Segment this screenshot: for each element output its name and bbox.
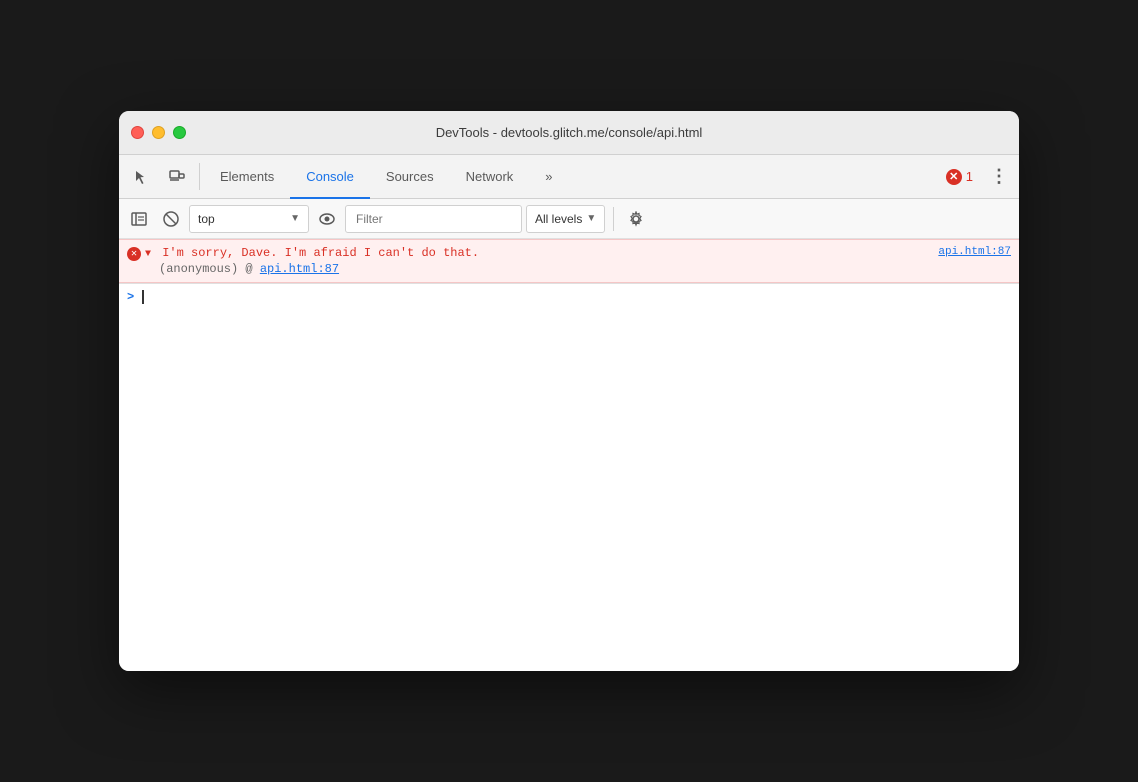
error-stack-trace: (anonymous) @ api.html:87 <box>145 262 1011 276</box>
error-badge[interactable]: ✕ 1 <box>936 169 983 185</box>
toolbar-divider <box>613 207 614 231</box>
log-level-selector[interactable]: All levels ▼ <box>526 205 605 233</box>
clear-console-button[interactable] <box>157 205 185 233</box>
maximize-button[interactable] <box>173 126 186 139</box>
console-prompt: > <box>127 290 134 304</box>
console-error-row: ✕ ▼ I'm sorry, Dave. I'm afraid I can't … <box>119 239 1019 283</box>
gear-icon <box>628 211 644 227</box>
traffic-lights <box>131 126 186 139</box>
filter-input[interactable] <box>345 205 522 233</box>
level-dropdown-icon: ▼ <box>586 213 596 224</box>
more-menu-button[interactable]: ⋮ <box>983 166 1015 187</box>
inspector-icon-button[interactable] <box>123 155 159 198</box>
error-icon-cell: ✕ <box>127 246 141 261</box>
stack-link[interactable]: api.html:87 <box>260 262 339 276</box>
device-toggle-button[interactable] <box>159 155 195 198</box>
error-message-line: ▼ I'm sorry, Dave. I'm afraid I can't do… <box>145 246 479 260</box>
sidebar-toggle-button[interactable] <box>125 205 153 233</box>
error-message: I'm sorry, Dave. I'm afraid I can't do t… <box>162 246 479 260</box>
console-content: ✕ ▼ I'm sorry, Dave. I'm afraid I can't … <box>119 239 1019 671</box>
error-circle-icon: ✕ <box>127 247 141 261</box>
tab-elements[interactable]: Elements <box>204 155 290 199</box>
expand-triangle-icon[interactable]: ▼ <box>145 249 151 260</box>
stack-text: (anonymous) @ <box>159 262 260 276</box>
context-selector[interactable]: top ▼ <box>189 205 309 233</box>
title-bar: DevTools - devtools.glitch.me/console/ap… <box>119 111 1019 155</box>
eye-button[interactable] <box>313 205 341 233</box>
tab-more[interactable]: » <box>529 155 568 199</box>
window-title: DevTools - devtools.glitch.me/console/ap… <box>436 125 703 140</box>
clear-icon <box>163 211 179 227</box>
console-cursor <box>142 290 144 304</box>
tab-console[interactable]: Console <box>290 155 370 199</box>
sidebar-icon <box>131 212 147 226</box>
tabs-bar: Elements Console Sources Network » ✕ 1 ⋮ <box>119 155 1019 199</box>
console-toolbar: top ▼ All levels ▼ <box>119 199 1019 239</box>
tab-network[interactable]: Network <box>450 155 530 199</box>
error-content: ▼ I'm sorry, Dave. I'm afraid I can't do… <box>145 246 1011 276</box>
error-main-line: ▼ I'm sorry, Dave. I'm afraid I can't do… <box>145 246 1011 260</box>
tab-divider <box>199 163 200 190</box>
close-button[interactable] <box>131 126 144 139</box>
error-badge-icon: ✕ <box>946 169 962 185</box>
console-input-row: > <box>119 283 1019 310</box>
console-settings-button[interactable] <box>622 205 650 233</box>
tabs-right: ✕ 1 ⋮ <box>936 155 1015 198</box>
device-icon <box>169 169 185 185</box>
context-dropdown-icon: ▼ <box>290 213 300 224</box>
cursor-icon <box>133 169 149 185</box>
devtools-window: DevTools - devtools.glitch.me/console/ap… <box>119 111 1019 671</box>
eye-icon <box>319 213 335 225</box>
error-source-link[interactable]: api.html:87 <box>938 246 1011 258</box>
minimize-button[interactable] <box>152 126 165 139</box>
tab-sources[interactable]: Sources <box>370 155 450 199</box>
